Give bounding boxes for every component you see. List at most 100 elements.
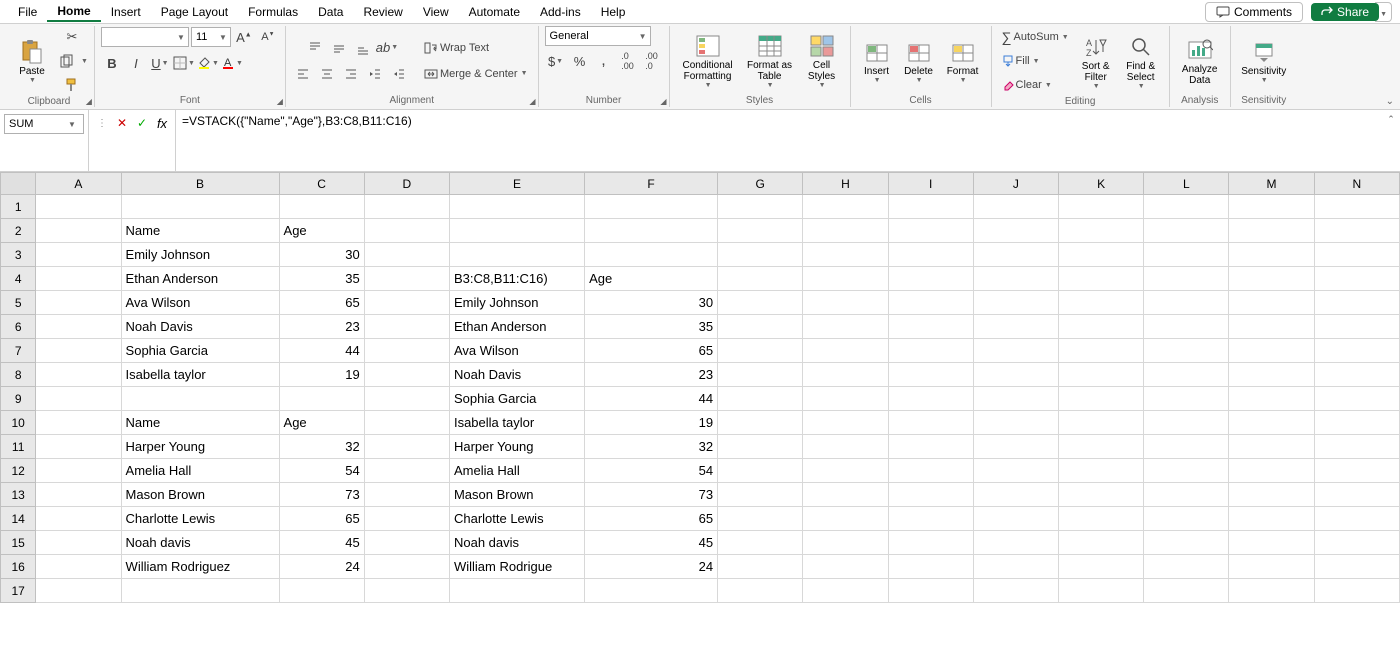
- cell-G12[interactable]: [718, 459, 803, 483]
- cell-N1[interactable]: [1314, 195, 1399, 219]
- cell-F4[interactable]: Age: [585, 267, 718, 291]
- cell-F15[interactable]: 45: [585, 531, 718, 555]
- cell-I16[interactable]: [888, 555, 973, 579]
- font-launcher[interactable]: ◢: [277, 97, 283, 106]
- align-top-button[interactable]: [304, 37, 326, 59]
- cell-C4[interactable]: 35: [279, 267, 364, 291]
- cell-H12[interactable]: [803, 459, 888, 483]
- conditional-formatting-button[interactable]: Conditional Formatting▼: [676, 31, 740, 91]
- cell-B8[interactable]: Isabella taylor: [121, 363, 279, 387]
- cell-E12[interactable]: Amelia Hall: [449, 459, 584, 483]
- align-center-button[interactable]: [316, 63, 338, 85]
- menu-insert[interactable]: Insert: [101, 3, 151, 21]
- cell-G13[interactable]: [718, 483, 803, 507]
- column-header-E[interactable]: E: [449, 173, 584, 195]
- cut-button[interactable]: ✂: [61, 26, 83, 48]
- cell-M17[interactable]: [1229, 579, 1314, 603]
- sort-filter-button[interactable]: AZ Sort & Filter▼: [1075, 31, 1117, 91]
- cell-E14[interactable]: Charlotte Lewis: [449, 507, 584, 531]
- cell-A7[interactable]: [36, 339, 121, 363]
- column-header-N[interactable]: N: [1314, 173, 1399, 195]
- cell-E5[interactable]: Emily Johnson: [449, 291, 584, 315]
- menu-add-ins[interactable]: Add-ins: [530, 3, 591, 21]
- column-header-C[interactable]: C: [279, 173, 364, 195]
- cell-G3[interactable]: [718, 243, 803, 267]
- name-box[interactable]: ▼: [4, 114, 84, 134]
- expand-formula-bar-button[interactable]: ⌃: [1382, 110, 1400, 171]
- alignment-launcher[interactable]: ◢: [529, 97, 535, 106]
- cell-D6[interactable]: [364, 315, 449, 339]
- cell-C11[interactable]: 32: [279, 435, 364, 459]
- cell-D7[interactable]: [364, 339, 449, 363]
- column-header-G[interactable]: G: [718, 173, 803, 195]
- menu-data[interactable]: Data: [308, 3, 353, 21]
- cell-N17[interactable]: [1314, 579, 1399, 603]
- cell-H7[interactable]: [803, 339, 888, 363]
- cell-J11[interactable]: [973, 435, 1058, 459]
- cell-B5[interactable]: Ava Wilson: [121, 291, 279, 315]
- cell-L2[interactable]: [1144, 219, 1229, 243]
- column-header-F[interactable]: F: [585, 173, 718, 195]
- enter-button[interactable]: ✓: [133, 114, 151, 132]
- cell-K8[interactable]: [1058, 363, 1143, 387]
- number-format-input[interactable]: [546, 30, 636, 42]
- cell-B14[interactable]: Charlotte Lewis: [121, 507, 279, 531]
- cell-J9[interactable]: [973, 387, 1058, 411]
- decrease-font-button[interactable]: A▼: [257, 26, 279, 48]
- cell-I9[interactable]: [888, 387, 973, 411]
- insert-function-button[interactable]: fx: [153, 114, 171, 132]
- comma-format-button[interactable]: ,: [593, 50, 615, 72]
- cell-H13[interactable]: [803, 483, 888, 507]
- cell-E8[interactable]: Noah Davis: [449, 363, 584, 387]
- cell-L17[interactable]: [1144, 579, 1229, 603]
- autosum-button[interactable]: ∑ AutoSum ▼: [998, 26, 1073, 48]
- cell-C16[interactable]: 24: [279, 555, 364, 579]
- cell-C1[interactable]: [279, 195, 364, 219]
- cell-D4[interactable]: [364, 267, 449, 291]
- chevron-down-icon[interactable]: ▼: [216, 33, 230, 42]
- cell-K9[interactable]: [1058, 387, 1143, 411]
- row-header-16[interactable]: 16: [1, 555, 36, 579]
- cell-J1[interactable]: [973, 195, 1058, 219]
- cell-B6[interactable]: Noah Davis: [121, 315, 279, 339]
- cell-H10[interactable]: [803, 411, 888, 435]
- increase-indent-button[interactable]: [388, 63, 410, 85]
- cell-N16[interactable]: [1314, 555, 1399, 579]
- cell-L4[interactable]: [1144, 267, 1229, 291]
- cell-F12[interactable]: 54: [585, 459, 718, 483]
- cell-I6[interactable]: [888, 315, 973, 339]
- font-size-combo[interactable]: ▼: [191, 27, 231, 47]
- find-select-button[interactable]: Find & Select▼: [1119, 31, 1163, 91]
- row-header-7[interactable]: 7: [1, 339, 36, 363]
- cell-I13[interactable]: [888, 483, 973, 507]
- cell-E7[interactable]: Ava Wilson: [449, 339, 584, 363]
- cell-K11[interactable]: [1058, 435, 1143, 459]
- cell-J7[interactable]: [973, 339, 1058, 363]
- cell-J6[interactable]: [973, 315, 1058, 339]
- cell-G10[interactable]: [718, 411, 803, 435]
- column-header-K[interactable]: K: [1058, 173, 1143, 195]
- copy-button[interactable]: [56, 50, 78, 72]
- number-launcher[interactable]: ◢: [660, 97, 666, 106]
- menu-automate[interactable]: Automate: [459, 3, 530, 21]
- cancel-button[interactable]: ✕: [113, 114, 131, 132]
- cell-I12[interactable]: [888, 459, 973, 483]
- row-header-1[interactable]: 1: [1, 195, 36, 219]
- cell-D15[interactable]: [364, 531, 449, 555]
- menu-view[interactable]: View: [413, 3, 459, 21]
- cell-F14[interactable]: 65: [585, 507, 718, 531]
- cell-G11[interactable]: [718, 435, 803, 459]
- cell-C6[interactable]: 23: [279, 315, 364, 339]
- cell-J4[interactable]: [973, 267, 1058, 291]
- cell-K7[interactable]: [1058, 339, 1143, 363]
- cell-H3[interactable]: [803, 243, 888, 267]
- column-header-D[interactable]: D: [364, 173, 449, 195]
- cell-N10[interactable]: [1314, 411, 1399, 435]
- cell-F17[interactable]: [585, 579, 718, 603]
- select-all-corner[interactable]: [1, 173, 36, 195]
- cell-N8[interactable]: [1314, 363, 1399, 387]
- cell-L15[interactable]: [1144, 531, 1229, 555]
- cell-A8[interactable]: [36, 363, 121, 387]
- cell-E17[interactable]: [449, 579, 584, 603]
- cell-G9[interactable]: [718, 387, 803, 411]
